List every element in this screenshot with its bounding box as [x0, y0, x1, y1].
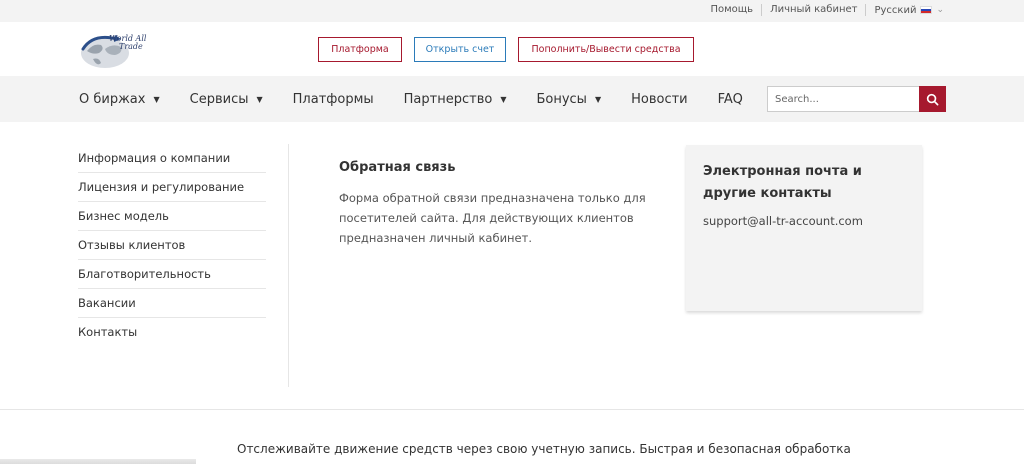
chevron-down-icon: ⌄ [936, 5, 944, 15]
nav-item-exchanges[interactable]: О биржах ▼ [79, 92, 160, 107]
platform-button[interactable]: Платформа [318, 37, 402, 62]
nav-item-label: FAQ [717, 91, 743, 107]
nav-item-label: О биржах [79, 91, 146, 107]
bottom-left-panel-edge [0, 459, 196, 464]
feedback-section: Обратная связь Форма обратной связи пред… [339, 160, 659, 248]
footer-text: Отслеживайте движение средств через свою… [237, 442, 851, 456]
nav-items: О биржах ▼ Сервисы ▼ Платформы Партнерст… [79, 76, 773, 122]
sidebar-item-reviews[interactable]: Отзывы клиентов [78, 231, 266, 260]
section-divider [0, 409, 1024, 410]
contact-title: Электронная почта и другие контакты [703, 164, 862, 201]
help-link[interactable]: Помощь [702, 4, 763, 16]
deposit-withdraw-button[interactable]: Пополнить/Вывести средства [518, 37, 694, 62]
feedback-title: Обратная связь [339, 160, 456, 175]
search-icon [926, 93, 939, 105]
main-nav: О биржах ▼ Сервисы ▼ Платформы Партнерст… [0, 76, 1024, 122]
sidebar-item-company-info[interactable]: Информация о компании [78, 144, 266, 173]
site-header: World All Trade Платформа Открыть счет П… [0, 22, 1024, 76]
sidebar-item-license[interactable]: Лицензия и регулирование [78, 173, 266, 202]
sidebar-menu: Информация о компании Лицензия и регулир… [78, 144, 266, 347]
nav-item-services[interactable]: Сервисы ▼ [190, 92, 263, 107]
nav-item-label: Партнерство [403, 91, 493, 107]
caret-down-icon: ▼ [153, 94, 160, 104]
top-links: Помощь Личный кабинет Русский ⌄ [702, 4, 944, 16]
nav-item-partnership[interactable]: Партнерство ▼ [404, 92, 507, 107]
nav-item-label: Сервисы [189, 91, 249, 107]
language-label: Русский [874, 4, 917, 16]
nav-item-news[interactable]: Новости [631, 92, 688, 107]
contact-email[interactable]: support@all-tr-account.com [703, 214, 905, 228]
sidebar-item-business-model[interactable]: Бизнес модель [78, 202, 266, 231]
nav-item-label: Платформы [292, 91, 374, 107]
sidebar-divider [288, 144, 289, 387]
caret-down-icon: ▼ [594, 94, 602, 104]
nav-item-faq[interactable]: FAQ [718, 92, 743, 107]
search-button[interactable] [919, 86, 946, 112]
logo-text-line2: Trade [119, 42, 143, 51]
sidebar-item-vacancies[interactable]: Вакансии [78, 289, 266, 318]
caret-down-icon: ▼ [256, 94, 263, 104]
ru-flag-icon [920, 6, 933, 14]
nav-item-bonuses[interactable]: Бонусы ▼ [536, 92, 601, 107]
contact-box: Электронная почта и другие контакты supp… [686, 145, 922, 311]
nav-item-label: Новости [631, 91, 688, 107]
nav-item-platforms[interactable]: Платформы [293, 92, 374, 107]
logo[interactable]: World All Trade [79, 29, 151, 73]
search-form [767, 86, 946, 112]
feedback-text: Форма обратной связи предназначена тольк… [339, 191, 646, 245]
language-selector[interactable]: Русский ⌄ [866, 5, 944, 16]
sidebar-item-charity[interactable]: Благотворительность [78, 260, 266, 289]
top-utility-bar: Помощь Личный кабинет Русский ⌄ [0, 0, 1024, 22]
sidebar-item-contacts[interactable]: Контакты [78, 318, 266, 347]
cabinet-link[interactable]: Личный кабинет [762, 4, 867, 16]
nav-item-label: Бонусы [536, 91, 587, 107]
search-input[interactable] [767, 86, 919, 112]
open-account-button[interactable]: Открыть счет [414, 37, 506, 62]
logo-text: World All Trade [109, 35, 146, 51]
caret-down-icon: ▼ [500, 94, 507, 104]
